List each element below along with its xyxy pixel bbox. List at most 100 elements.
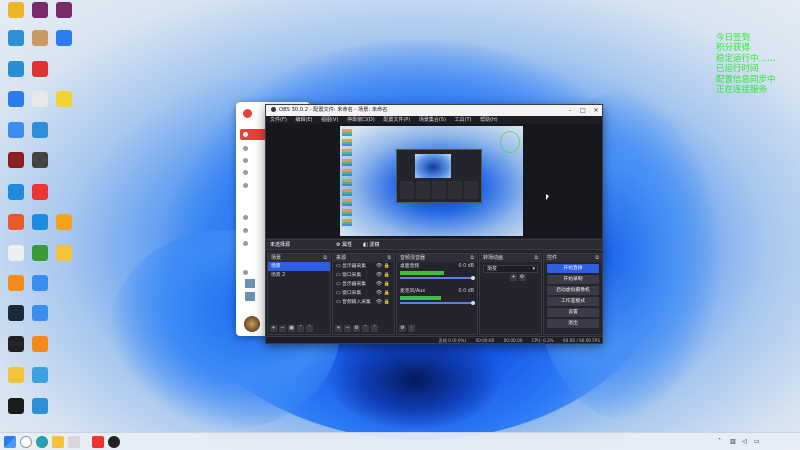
- add-transition-icon[interactable]: +: [510, 274, 517, 281]
- filters-button[interactable]: ◧ 滤镜: [363, 240, 379, 250]
- desktop-icon[interactable]: [3, 305, 29, 322]
- visibility-lock-icon[interactable]: 👁 🔒: [376, 262, 390, 271]
- scene-filter-icon[interactable]: ▣: [288, 325, 295, 332]
- source-item[interactable]: ▭ 窗口采集 👁 🔒: [333, 271, 394, 280]
- visibility-lock-icon[interactable]: 👁 🔒: [376, 298, 390, 307]
- desktop-icon[interactable]: [51, 2, 77, 19]
- scene-item[interactable]: 场景: [268, 262, 330, 271]
- explorer-icon[interactable]: [52, 436, 64, 448]
- thumbnail[interactable]: [245, 292, 255, 301]
- move-down-icon[interactable]: ˅: [371, 325, 378, 332]
- desktop-icon[interactable]: [27, 398, 53, 415]
- browser-nav-item[interactable]: [240, 212, 266, 223]
- add-source-icon[interactable]: +: [335, 325, 342, 332]
- speaker-icon[interactable]: ◁: [742, 436, 747, 448]
- browser-nav-item[interactable]: [240, 180, 266, 191]
- volume-slider[interactable]: [400, 301, 475, 305]
- obs-icon[interactable]: [108, 436, 120, 448]
- desktop-icon[interactable]: [27, 336, 53, 353]
- chevron-up-icon[interactable]: ˄: [718, 436, 721, 448]
- battery-icon[interactable]: ▭: [754, 436, 760, 448]
- desktop-icon[interactable]: [27, 2, 53, 19]
- desktop-icon[interactable]: [3, 245, 29, 262]
- desktop-icon[interactable]: [3, 184, 29, 201]
- desktop-icon[interactable]: [3, 367, 29, 384]
- desktop-icon[interactable]: [27, 305, 53, 322]
- start-icon[interactable]: [4, 436, 16, 448]
- dock-options-icon[interactable]: ⧉: [323, 254, 327, 262]
- network-icon[interactable]: ▥: [730, 436, 736, 448]
- desktop-icon[interactable]: [3, 398, 29, 415]
- obs-titlebar[interactable]: OBS 30.0.2 - 配置文件: 未命名 - 场景: 未命名 – □ ✕: [266, 105, 602, 116]
- desktop-icon[interactable]: [51, 245, 77, 262]
- desktop-icon[interactable]: [27, 275, 53, 292]
- dock-options-icon[interactable]: ⧉: [534, 254, 538, 262]
- desktop-icon[interactable]: [3, 30, 29, 47]
- desktop-icon[interactable]: [51, 214, 77, 231]
- app-icon[interactable]: [68, 436, 80, 448]
- edge-icon[interactable]: [36, 436, 48, 448]
- desktop-icon[interactable]: [51, 30, 77, 47]
- start-recording-button[interactable]: 开始录制: [547, 275, 599, 284]
- properties-button[interactable]: ⚙ 属性: [336, 240, 352, 250]
- browser-nav-item[interactable]: [240, 238, 266, 249]
- menu-tools[interactable]: 工具(T): [455, 117, 472, 123]
- scene-item[interactable]: 场景 2: [268, 271, 330, 280]
- studio-mode-button[interactable]: 工作室模式: [547, 297, 599, 306]
- menu-edit[interactable]: 编辑(E): [295, 117, 312, 123]
- preview-canvas[interactable]: [340, 126, 523, 236]
- start-streaming-button[interactable]: 开始直播: [547, 264, 599, 273]
- thumbnail[interactable]: [245, 279, 255, 288]
- browser-nav-item[interactable]: [240, 225, 266, 236]
- avatar[interactable]: [244, 316, 260, 332]
- source-item[interactable]: ▭ 音频输入采集 👁 🔒: [333, 298, 394, 307]
- move-down-icon[interactable]: ˅: [306, 325, 313, 332]
- add-scene-icon[interactable]: +: [270, 325, 277, 332]
- app-icon[interactable]: [92, 436, 104, 448]
- desktop-icon[interactable]: [3, 122, 29, 139]
- source-settings-icon[interactable]: ⚙: [353, 325, 360, 332]
- desktop-icon[interactable]: [27, 367, 53, 384]
- desktop-icon[interactable]: [3, 91, 29, 108]
- desktop-icon[interactable]: [27, 122, 53, 139]
- browser-nav-item[interactable]: [240, 143, 266, 154]
- desktop-icon[interactable]: [27, 91, 53, 108]
- menu-help[interactable]: 帮助(H): [480, 117, 498, 123]
- browser-nav-item[interactable]: [240, 155, 266, 166]
- search-icon[interactable]: [20, 436, 32, 448]
- move-up-icon[interactable]: ˄: [297, 325, 304, 332]
- desktop-icon[interactable]: [3, 336, 29, 353]
- settings-button[interactable]: 设置: [547, 308, 599, 317]
- source-item[interactable]: ▭ 窗口采集 👁 🔒: [333, 289, 394, 298]
- obs-window[interactable]: OBS 30.0.2 - 配置文件: 未命名 - 场景: 未命名 – □ ✕ 文…: [265, 104, 603, 344]
- exit-button[interactable]: 退出: [547, 319, 599, 328]
- menu-scene-collection[interactable]: 场景集合(S): [419, 117, 446, 123]
- dock-options-icon[interactable]: ⧉: [595, 254, 599, 262]
- desktop-icon[interactable]: [3, 275, 29, 292]
- close-icon[interactable]: ✕: [590, 105, 602, 116]
- source-item[interactable]: ▭ 显示器采集 👁 🔒: [333, 280, 394, 289]
- desktop-icon[interactable]: [27, 245, 53, 262]
- remove-scene-icon[interactable]: −: [279, 325, 286, 332]
- menu-profile[interactable]: 配置文件(P): [383, 117, 410, 123]
- desktop-icon[interactable]: [51, 91, 77, 108]
- desktop-icon[interactable]: [3, 61, 29, 78]
- start-virtual-camera-button[interactable]: 启动虚拟摄像机: [547, 286, 599, 295]
- visibility-lock-icon[interactable]: 👁 🔒: [376, 271, 390, 280]
- transition-settings-icon[interactable]: ⚙: [518, 274, 526, 281]
- dock-options-icon[interactable]: ⧉: [470, 254, 474, 262]
- browser-nav-item-selected[interactable]: [240, 129, 266, 140]
- move-up-icon[interactable]: ˄: [362, 325, 369, 332]
- menu-docks[interactable]: 停靠窗口(D): [347, 117, 375, 123]
- maximize-icon[interactable]: □: [577, 105, 589, 116]
- desktop-icon[interactable]: [27, 30, 53, 47]
- mixer-menu-icon[interactable]: ⋮: [408, 325, 415, 332]
- volume-slider[interactable]: [400, 276, 475, 280]
- source-item[interactable]: ▭ 显示器采集 👁 🔒: [333, 262, 394, 271]
- dock-options-icon[interactable]: ⧉: [387, 254, 391, 262]
- preview-area[interactable]: [266, 124, 602, 238]
- desktop-icon[interactable]: [27, 184, 53, 201]
- menu-view[interactable]: 视图(V): [321, 117, 338, 123]
- transition-select[interactable]: 渐变 ▾: [483, 265, 538, 273]
- desktop-icon[interactable]: [27, 152, 53, 169]
